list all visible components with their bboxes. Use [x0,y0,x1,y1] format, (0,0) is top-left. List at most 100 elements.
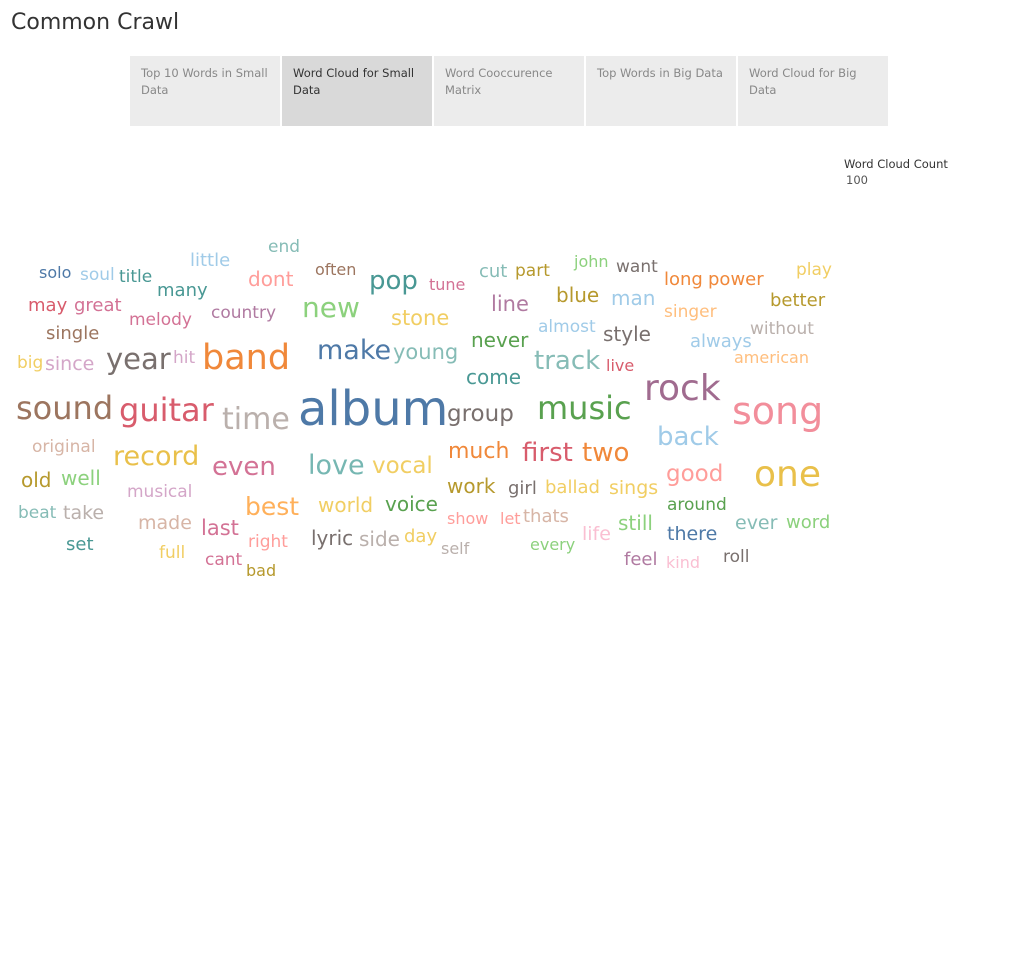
word-play[interactable]: play [796,260,832,280]
word-beat[interactable]: beat [18,503,57,523]
word-new[interactable]: new [302,291,360,324]
word-dont[interactable]: dont [248,267,294,291]
word-country[interactable]: country [211,303,276,323]
word-world[interactable]: world [318,493,373,517]
word-self[interactable]: self [441,539,470,558]
word-bad[interactable]: bad [246,561,276,580]
word-good[interactable]: good [666,461,723,487]
word-original[interactable]: original [32,437,96,457]
word-life[interactable]: life [582,523,611,545]
word-man[interactable]: man [611,286,655,310]
word-end[interactable]: end [268,237,300,257]
word-roll[interactable]: roll [723,547,749,567]
word-kind[interactable]: kind [666,553,700,572]
word-work[interactable]: work [447,474,496,498]
word-cant[interactable]: cant [205,550,243,570]
word-part[interactable]: part [515,261,550,281]
word-musical[interactable]: musical [127,482,192,502]
word-never[interactable]: never [471,328,529,352]
word-better[interactable]: better [770,290,826,311]
word-thats[interactable]: thats [523,506,569,527]
word-record[interactable]: record [113,441,199,472]
word-ballad[interactable]: ballad [545,477,600,498]
word-sings[interactable]: sings [609,477,658,499]
word-solo[interactable]: solo [39,263,71,282]
word-stone[interactable]: stone [391,306,449,330]
word-sound[interactable]: sound [16,389,113,427]
word-old[interactable]: old [21,468,52,492]
word-right[interactable]: right [248,532,288,552]
word-best[interactable]: best [245,492,299,521]
word-title[interactable]: title [119,267,152,287]
word-cloud: album song rock one band sound guitar music time… [16,237,832,580]
word-love[interactable]: love [308,450,365,481]
word-year[interactable]: year [106,342,171,376]
word-vocal[interactable]: vocal [372,453,433,479]
word-well[interactable]: well [61,466,101,490]
word-pop[interactable]: pop [369,266,418,296]
word-john[interactable]: john [573,252,609,271]
word-still[interactable]: still [618,511,653,535]
word-back[interactable]: back [657,422,719,452]
word-great[interactable]: great [74,295,122,316]
word-many[interactable]: many [157,280,208,301]
word-soul[interactable]: soul [80,265,115,285]
word-song[interactable]: song [732,389,823,433]
word-even[interactable]: even [212,452,276,482]
word-little[interactable]: little [190,250,230,271]
word-ever[interactable]: ever [735,512,778,534]
word-full[interactable]: full [159,543,185,563]
word-blue[interactable]: blue [556,283,599,307]
word-often[interactable]: often [315,260,356,279]
word-set[interactable]: set [66,534,94,555]
word-much[interactable]: much [448,439,509,464]
word-hit[interactable]: hit [173,348,195,368]
word-side[interactable]: side [359,527,400,551]
word-singer[interactable]: singer [664,302,717,322]
word-word[interactable]: word [786,512,830,533]
word-time[interactable]: time [222,402,290,437]
word-track[interactable]: track [534,346,600,376]
word-feel[interactable]: feel [624,549,658,570]
word-live[interactable]: live [606,356,634,375]
word-day[interactable]: day [404,526,437,547]
word-tune[interactable]: tune [429,275,465,294]
word-last[interactable]: last [201,516,239,540]
word-cut[interactable]: cut [479,261,507,282]
word-music[interactable]: music [537,389,632,427]
word-let[interactable]: let [500,509,521,528]
word-lyric[interactable]: lyric [311,526,353,550]
word-since[interactable]: since [45,353,94,375]
word-single[interactable]: single [46,323,99,344]
word-may[interactable]: may [28,295,68,316]
word-one[interactable]: one [754,454,821,495]
word-around[interactable]: around [667,495,727,515]
word-without[interactable]: without [750,319,814,339]
word-group[interactable]: group [447,401,514,427]
word-melody[interactable]: melody [129,310,192,330]
word-voice[interactable]: voice [385,492,438,516]
word-take[interactable]: take [63,502,104,524]
word-made[interactable]: made [138,512,192,534]
word-make[interactable]: make [317,335,391,366]
word-line[interactable]: line [491,292,529,316]
word-almost[interactable]: almost [538,317,596,337]
word-style[interactable]: style [603,322,651,346]
word-rock[interactable]: rock [644,368,721,409]
word-first[interactable]: first [522,438,573,468]
word-guitar[interactable]: guitar [119,391,215,429]
word-power[interactable]: power [708,269,764,290]
word-come[interactable]: come [466,365,521,389]
word-album[interactable]: album [298,381,448,437]
word-girl[interactable]: girl [508,478,537,499]
word-american[interactable]: american [734,348,809,367]
word-band[interactable]: band [202,338,290,378]
word-want[interactable]: want [616,257,658,277]
word-long[interactable]: long [664,269,703,290]
word-young[interactable]: young [393,340,458,364]
word-two[interactable]: two [582,438,629,468]
word-there[interactable]: there [667,523,717,545]
word-every[interactable]: every [530,535,575,554]
word-show[interactable]: show [447,509,488,528]
word-big[interactable]: big [17,353,43,373]
